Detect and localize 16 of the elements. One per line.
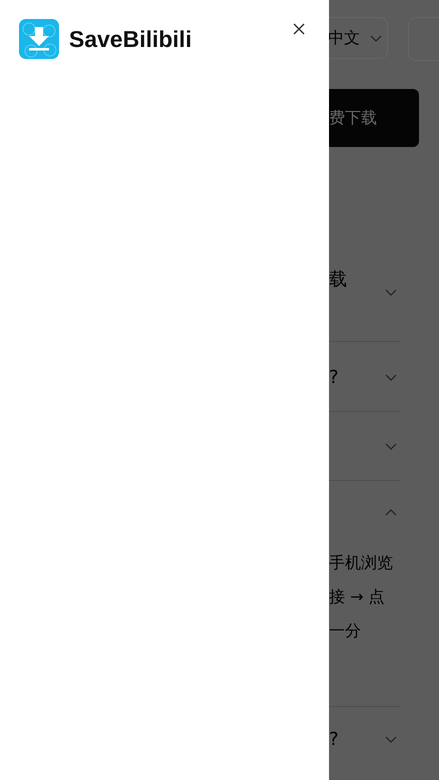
answer-text: 一分 xyxy=(329,620,362,642)
faq-question: 载 xyxy=(329,268,347,291)
chevron-down-icon xyxy=(385,443,397,450)
faq-item[interactable]: ? xyxy=(329,707,400,776)
close-icon[interactable] xyxy=(293,23,305,35)
faq-question: ? xyxy=(329,729,339,750)
chevron-down-icon xyxy=(385,736,397,743)
download-logo-icon xyxy=(19,19,59,59)
faq-question: ? xyxy=(329,367,339,388)
chevron-down-icon xyxy=(385,374,397,381)
brand-name: SaveBilibili xyxy=(69,26,192,52)
answer-text: 手机浏览 xyxy=(329,552,394,574)
chevron-up-icon xyxy=(385,509,397,516)
answer-text: 接 → 点 xyxy=(329,586,386,608)
chevron-down-icon xyxy=(385,289,397,296)
chevron-down-icon xyxy=(370,34,382,42)
